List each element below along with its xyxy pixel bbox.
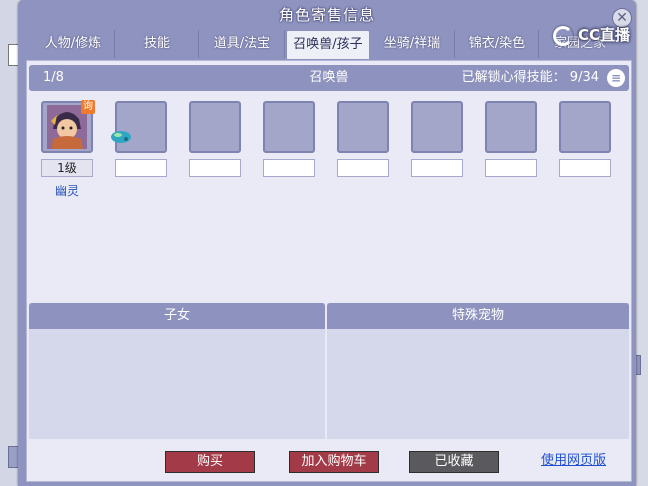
pet-panel: 1/8 召唤兽 已解锁心得技能： 9/34 ≡ 询 1级 幽灵 子女 特殊宠物 … [26,60,632,482]
empty-level [189,159,241,177]
pet-slot-empty[interactable] [261,101,317,177]
tab-character[interactable]: 人物/修炼 [32,30,115,58]
consignment-window: 角色寄售信息 ✕ 人物/修炼 技能 道具/法宝 召唤兽/孩子 坐骑/祥瑞 锦衣/… [18,0,636,486]
unlocked-skills-value: 9/34 [569,70,599,85]
pet-level: 1级 [41,159,93,177]
pet-egg-icon [111,131,131,143]
empty-frame [189,101,241,153]
pet-name[interactable]: 幽灵 [39,182,95,199]
empty-frame [411,101,463,153]
empty-level [411,159,463,177]
pet-slot-empty[interactable] [409,101,465,177]
empty-frame [263,101,315,153]
pet-slot-empty[interactable] [111,101,169,177]
empty-level [337,159,389,177]
footer-actions: 购买 加入购物车 已收藏 使用网页版 [27,451,631,479]
special-pets-header: 特殊宠物 [327,303,629,329]
window-title: 角色寄售信息 [278,6,375,24]
empty-frame [559,101,611,153]
background-left [0,0,21,486]
empty-frame [111,101,167,153]
list-icon[interactable]: ≡ [607,69,625,87]
pet-slot-empty[interactable] [557,101,613,177]
inquiry-badge[interactable]: 询 [81,100,95,114]
children-section: 子女 [29,303,325,439]
unlocked-skills-label: 已解锁心得技能： [461,70,566,85]
tab-mounts[interactable]: 坐骑/祥瑞 [370,30,455,58]
empty-frame [337,101,389,153]
buy-button[interactable]: 购买 [165,451,255,473]
pet-slots: 询 1级 幽灵 [39,100,629,241]
pet-avatar[interactable]: 询 [41,100,95,153]
empty-frame [485,101,537,153]
empty-level [115,159,167,177]
panel-header: 1/8 召唤兽 已解锁心得技能： 9/34 ≡ [29,65,629,91]
unlocked-skills: 已解锁心得技能： 9/34 [462,65,599,91]
logo-text: CC直播 [577,26,630,44]
add-cart-button[interactable]: 加入购物车 [289,451,379,473]
empty-level [485,159,537,177]
cc-logo-icon [552,25,573,46]
cc-live-logo: CC直播 [552,24,630,50]
empty-level [263,159,315,177]
pet-slot-empty[interactable] [187,101,243,177]
tab-pets[interactable]: 召唤兽/孩子 [286,30,370,59]
tab-skills[interactable]: 技能 [116,30,199,58]
tab-bar: 人物/修炼 技能 道具/法宝 召唤兽/孩子 坐骑/祥瑞 锦衣/染色 家园之家 [32,30,630,59]
favorited-button[interactable]: 已收藏 [409,451,499,473]
tab-outfits[interactable]: 锦衣/染色 [456,30,539,58]
pet-slot[interactable]: 询 1级 幽灵 [39,100,95,199]
pet-slot-empty[interactable] [335,101,391,177]
empty-level [559,159,611,177]
children-header: 子女 [29,303,325,329]
tab-items[interactable]: 道具/法宝 [200,30,285,58]
special-pets-section: 特殊宠物 [327,303,629,439]
pet-slot-empty[interactable] [483,101,539,177]
web-version-link[interactable]: 使用网页版 [541,451,606,471]
